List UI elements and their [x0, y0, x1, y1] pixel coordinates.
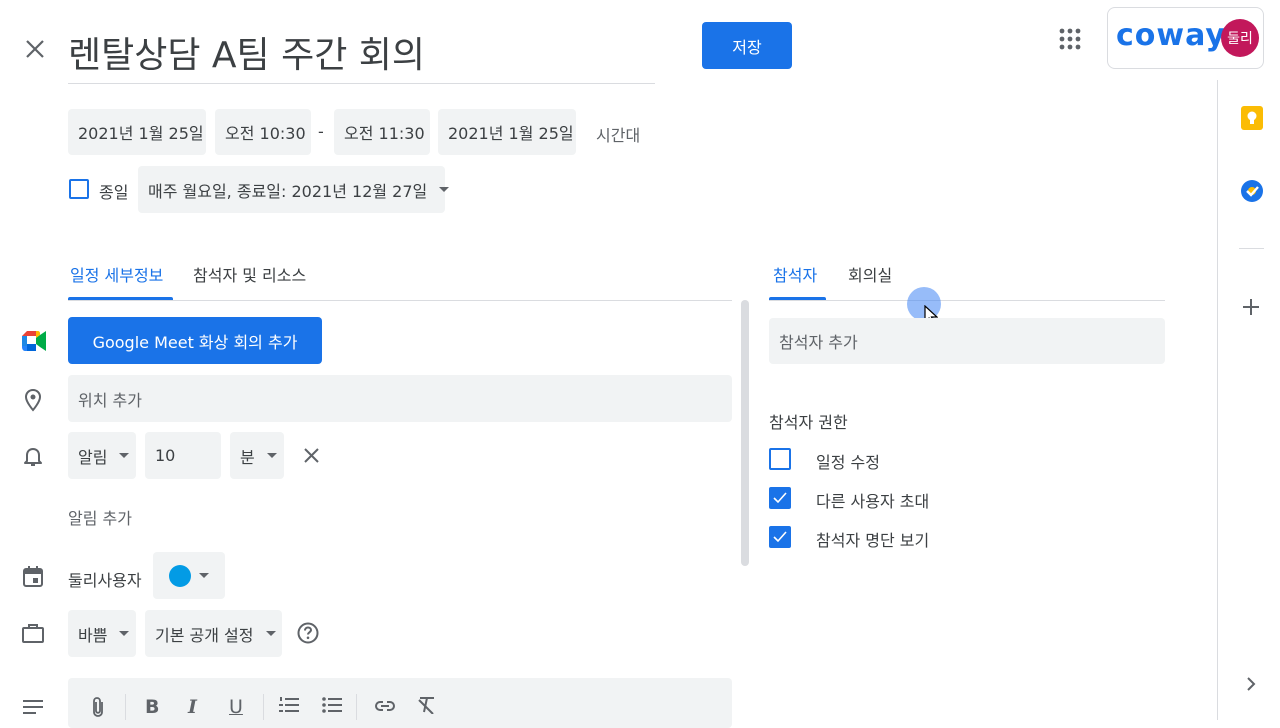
location-input[interactable]: 위치 추가	[68, 375, 732, 422]
busy-status-value: 바쁨	[78, 625, 108, 645]
permission-modify-checkbox[interactable]	[769, 448, 791, 470]
avatar-text: 둘리	[1227, 31, 1253, 47]
apps-grid-icon[interactable]	[1059, 28, 1081, 50]
permissions-title: 참석자 권한	[769, 413, 848, 432]
tasks-icon[interactable]	[1240, 179, 1264, 203]
chevron-down-icon	[119, 631, 130, 636]
bulleted-list-icon[interactable]	[322, 696, 342, 719]
right-tab-divider	[769, 300, 1165, 301]
start-date-field[interactable]: 2021년 1월 25일	[68, 109, 206, 155]
notification-unit-value: 분	[240, 447, 255, 467]
briefcase-icon	[22, 623, 44, 643]
add-guests-input[interactable]: 참석자 추가	[769, 318, 1165, 364]
start-time-field[interactable]: 오전 10:30	[215, 109, 311, 155]
event-title-input[interactable]: 렌탈상담 A팀 주간 회의	[68, 26, 425, 78]
chevron-right-icon[interactable]	[1245, 676, 1257, 692]
tab-rooms[interactable]: 회의실	[848, 262, 892, 286]
chevron-down-icon	[266, 453, 277, 458]
chevron-down-icon	[265, 631, 276, 636]
end-time-field[interactable]: 오전 11:30	[334, 109, 430, 155]
calendar-icon	[23, 566, 43, 587]
toolbar-separator	[125, 694, 126, 720]
visibility-value: 기본 공개 설정	[155, 625, 254, 645]
save-button[interactable]: 저장	[702, 22, 792, 69]
add-meet-button[interactable]: Google Meet 화상 회의 추가	[68, 317, 322, 364]
google-meet-icon	[22, 331, 46, 351]
avatar[interactable]: 둘리	[1221, 19, 1259, 57]
permission-see-list-label: 참석자 명단 보기	[816, 531, 930, 550]
description-editor[interactable]	[68, 678, 732, 728]
tab-event-details[interactable]: 일정 세부정보	[70, 262, 163, 286]
bell-icon	[22, 445, 44, 467]
description-icon	[23, 700, 43, 716]
permission-see-list-checkbox[interactable]	[769, 526, 791, 548]
notification-type-value: 알림	[78, 447, 108, 467]
all-day-checkbox[interactable]	[69, 179, 89, 199]
visibility-dropdown[interactable]: 기본 공개 설정	[145, 610, 282, 657]
notification-type-dropdown[interactable]: 알림	[68, 432, 136, 479]
chevron-down-icon	[119, 453, 130, 458]
attachment-icon[interactable]	[90, 696, 106, 723]
check-icon	[773, 531, 787, 543]
scrollbar-thumb[interactable]	[741, 300, 749, 566]
calendar-owner-label: 둘리사용자	[68, 571, 142, 590]
permission-modify-label: 일정 수정	[816, 453, 880, 472]
side-panel-divider	[1239, 248, 1264, 249]
account-box[interactable]: coway 둘리	[1107, 7, 1264, 69]
permission-invite-label: 다른 사용자 초대	[816, 492, 930, 511]
toolbar-separator	[356, 694, 357, 720]
recurrence-dropdown[interactable]: 매주 월요일, 종료일: 2021년 12월 27일	[138, 166, 450, 213]
add-notification-link[interactable]: 알림 추가	[68, 505, 132, 529]
keep-icon[interactable]	[1240, 106, 1264, 130]
numbered-list-icon[interactable]	[279, 696, 299, 719]
check-icon	[773, 492, 787, 504]
toolbar-separator	[263, 694, 264, 720]
busy-status-dropdown[interactable]: 바쁨	[68, 610, 136, 657]
time-separator: -	[318, 122, 324, 141]
remove-notification-icon[interactable]	[303, 447, 320, 464]
link-icon[interactable]	[374, 696, 396, 718]
tab-guests-resources[interactable]: 참석자 및 리소스	[193, 262, 306, 286]
tab-divider	[68, 300, 732, 301]
bold-icon[interactable]: B	[145, 696, 159, 718]
all-day-label: 종일	[99, 183, 129, 202]
add-addon-icon[interactable]	[1242, 298, 1260, 316]
permission-invite-checkbox[interactable]	[769, 487, 791, 509]
notification-value-input[interactable]: 10	[145, 432, 221, 479]
tab-guests[interactable]: 참석자	[773, 262, 817, 286]
underline-icon[interactable]: U	[229, 696, 243, 718]
end-date-field[interactable]: 2021년 1월 25일	[438, 109, 576, 155]
italic-icon[interactable]: I	[188, 696, 197, 718]
calendar-color-dropdown[interactable]	[153, 552, 225, 599]
location-pin-icon	[23, 388, 43, 412]
brand-logo: coway	[1116, 18, 1226, 53]
timezone-link[interactable]: 시간대	[596, 122, 640, 146]
notification-unit-dropdown[interactable]: 분	[230, 432, 284, 479]
side-panel	[1217, 80, 1280, 720]
help-icon[interactable]	[297, 622, 319, 644]
recurrence-value: 매주 월요일, 종료일: 2021년 12월 27일	[148, 181, 428, 201]
calendar-color-swatch	[169, 564, 191, 587]
chevron-down-icon	[199, 573, 209, 578]
close-icon[interactable]	[24, 38, 46, 60]
chevron-down-icon	[439, 187, 450, 192]
clear-formatting-icon[interactable]	[417, 696, 437, 719]
title-underline	[68, 83, 655, 84]
